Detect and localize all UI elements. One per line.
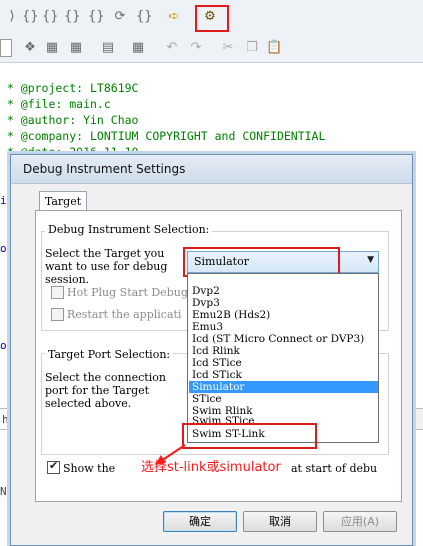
ok-button[interactable]: 确定: [163, 511, 237, 532]
code-line: * @project: LT8619C: [0, 81, 139, 95]
hot-plug-checkbox[interactable]: [51, 286, 64, 299]
port-group-label: Target Port Selection:: [45, 348, 174, 361]
dropdown-option[interactable]: STice: [189, 393, 378, 405]
show-checkbox[interactable]: ✔: [47, 459, 60, 474]
table-icon[interactable]: ▦: [130, 40, 146, 56]
arrow-icon[interactable]: ➪: [166, 9, 182, 25]
undo-icon[interactable]: ↶: [164, 40, 180, 56]
code-line: * @company: LONTIUM COPYRIGHT and CONFID…: [0, 129, 326, 143]
project-icon[interactable]: ❖: [22, 40, 38, 56]
chevron-down-icon[interactable]: ▼: [367, 255, 374, 265]
target-dropdown-list[interactable]: Dvp2 Dvp3 Emu2B (Hds2) Emu3 Icd (ST Micr…: [187, 273, 379, 443]
hot-plug-label: Hot Plug Start Debug: [67, 286, 188, 299]
dropdown-option[interactable]: Icd (ST Micro Connect or DVP3): [189, 333, 378, 345]
dialog-title: Debug Instrument Settings: [23, 162, 186, 176]
apply-button[interactable]: 应用(A): [323, 511, 397, 532]
dropdown-option[interactable]: Dvp3: [189, 297, 378, 309]
select-target-text: Select the Target you want to use for de…: [45, 247, 168, 286]
dropdown-option-selected[interactable]: Simulator: [189, 381, 378, 393]
build-icon[interactable]: ▤: [100, 40, 116, 56]
tab-target[interactable]: Target: [39, 191, 87, 212]
paste-icon[interactable]: 📋: [266, 40, 282, 56]
step-over-icon[interactable]: {}: [42, 9, 59, 25]
cancel-button[interactable]: 取消: [243, 511, 317, 532]
restart-checkbox[interactable]: [51, 308, 64, 321]
restart-label: Restart the applicati: [67, 308, 182, 321]
dropdown-option[interactable]: Dvp2: [189, 285, 378, 297]
step-into-icon[interactable]: {}: [22, 9, 39, 25]
dropdown-option[interactable]: Icd STick: [189, 369, 378, 381]
debug-settings-icon[interactable]: ⚙: [202, 9, 218, 25]
dropdown-option[interactable]: Icd Rlink: [189, 345, 378, 357]
step-out-icon[interactable]: {}: [64, 9, 81, 25]
refresh-icon[interactable]: ⟳: [112, 9, 128, 25]
grid-icon[interactable]: ▦: [44, 40, 60, 56]
dropdown-option[interactable]: Emu2B (Hds2): [189, 309, 378, 321]
cut-icon[interactable]: ✂: [220, 40, 236, 56]
ide-toolbar-second: ❖ ▦ ▦ ▤ ▦ ↶ ↷ ✂ ❐ 📋: [0, 34, 423, 63]
panel-divider: [0, 408, 10, 430]
run-to-icon[interactable]: {}: [88, 9, 105, 25]
braces-icon[interactable]: {}: [136, 9, 153, 25]
ide-toolbar-top: ⟩ {} {} {} {} ⟳ {} ➪ ⚙: [0, 0, 423, 35]
panel-divider-right: [412, 408, 423, 430]
st-link-highlight: [182, 423, 317, 449]
dropdown-option[interactable]: Emu3: [189, 321, 378, 333]
show-label-prefix: Show the: [63, 462, 116, 475]
dropdown-option[interactable]: Icd STice: [189, 357, 378, 369]
code-line: * @author: Yin Chao: [0, 113, 139, 127]
show-label-suffix: at start of debu: [291, 462, 378, 475]
debug-instrument-dialog: Debug Instrument Settings Target Debug I…: [10, 154, 413, 546]
redo-icon[interactable]: ↷: [188, 40, 204, 56]
dialog-titlebar[interactable]: Debug Instrument Settings: [11, 155, 412, 184]
code-line: * @file: main.c: [0, 97, 111, 111]
copy-icon[interactable]: ❐: [244, 40, 260, 56]
annotation-text: 选择st-link或simulator: [141, 460, 281, 475]
checkmark-icon: ✔: [49, 459, 59, 472]
instrument-group-label: Debug Instrument Selection:: [45, 223, 213, 236]
step-icon[interactable]: ⟩: [4, 9, 20, 25]
toolbar-combo-stub[interactable]: [0, 39, 12, 57]
grid2-icon[interactable]: ▦: [68, 40, 84, 56]
port-text: Select the connection port for the Targe…: [45, 371, 166, 410]
